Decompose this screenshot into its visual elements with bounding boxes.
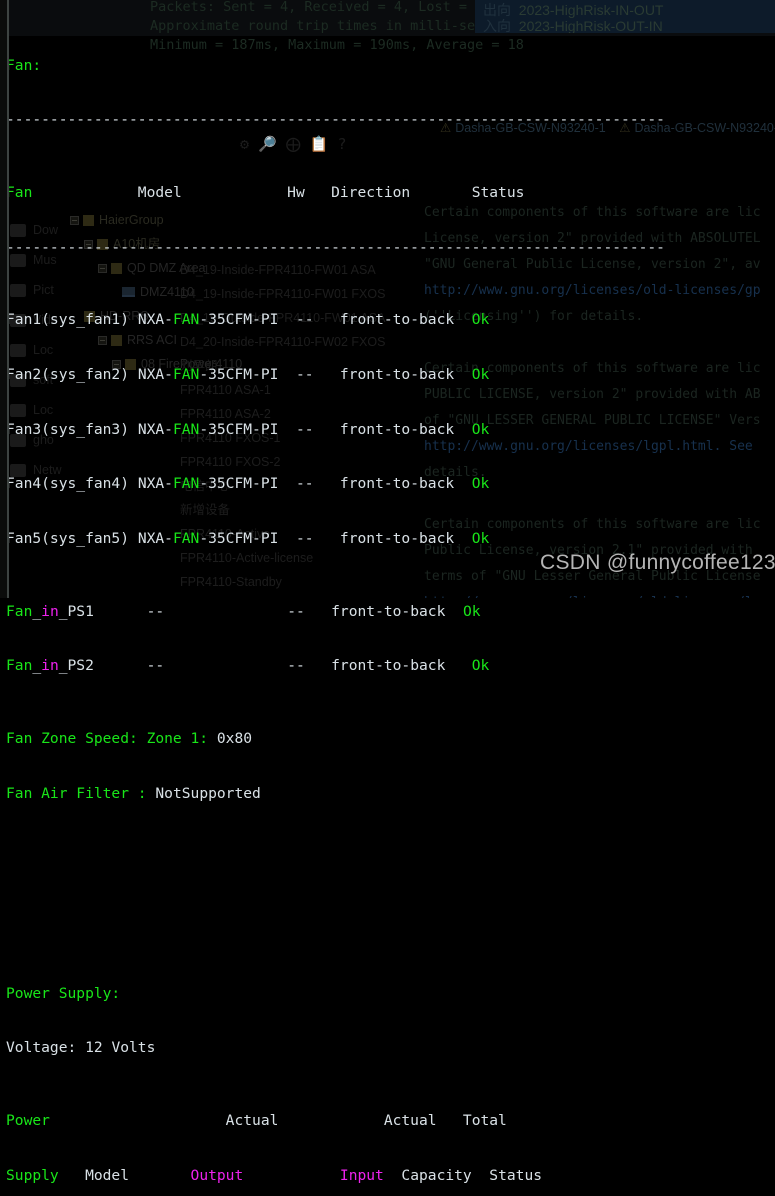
- col-header-supply: Supply: [6, 1167, 59, 1184]
- col-header-total-1: Total: [463, 1112, 507, 1129]
- fan-air-filter-value: NotSupported: [155, 785, 260, 802]
- fan-model-prefix: NXA-: [138, 530, 173, 547]
- fan-status: Ok: [472, 657, 490, 674]
- col-header-actual-output-1: Actual: [226, 1112, 279, 1129]
- fan-row: Fan2(sys_fan2) NXA-FAN-35CFM-PI -- front…: [6, 366, 775, 384]
- blank-line: [6, 912, 775, 930]
- fan-hw: --: [287, 657, 305, 674]
- fan-row: Fan1(sys_fan1) NXA-FAN-35CFM-PI -- front…: [6, 311, 775, 329]
- fan-name: Fan3(sys_fan3): [6, 421, 129, 438]
- fan-direction: front-to-back: [331, 603, 445, 620]
- fan-row: Fan_in_PS1 -- -- front-to-back Ok: [6, 603, 775, 621]
- col-header-status: Status: [489, 1167, 542, 1184]
- col-header-model: Model: [85, 1167, 129, 1184]
- voltage-value: 12 Volts: [85, 1039, 155, 1056]
- fan-rule-top: ----------------------------------------…: [6, 111, 775, 129]
- fan-model-suffix: -35CFM-PI: [199, 421, 278, 438]
- col-header-direction: Direction: [331, 184, 410, 201]
- fan-model-prefix: NXA-: [138, 475, 173, 492]
- fan-direction: front-to-back: [340, 366, 454, 383]
- col-header-input: Input: [340, 1167, 384, 1184]
- power-supply-title-label: Power Supply:: [6, 985, 120, 1002]
- fan-model: --: [147, 657, 165, 674]
- rule-line: ----------------------------------------…: [6, 111, 665, 128]
- fan-model-keyword: FAN: [173, 421, 199, 438]
- fan-model-keyword: FAN: [173, 366, 199, 383]
- fan-section-title: Fan:: [6, 57, 775, 75]
- fan-model-suffix: -35CFM-PI: [199, 366, 278, 383]
- fan-direction: front-to-back: [340, 311, 454, 328]
- fan-model-suffix: -35CFM-PI: [199, 530, 278, 547]
- fan-section-title-label: Fan:: [6, 57, 41, 74]
- fan-status: Ok: [472, 366, 490, 383]
- terminal-left-edge: [0, 0, 7, 598]
- fan-air-filter: Fan Air Filter : NotSupported: [6, 785, 775, 803]
- fan-direction: front-to-back: [340, 530, 454, 547]
- voltage-label: Voltage:: [6, 1039, 76, 1056]
- fan-name: Fan1(sys_fan1): [6, 311, 129, 328]
- col-header-output: Output: [191, 1167, 244, 1184]
- fan-hw: --: [296, 366, 314, 383]
- fan-direction: front-to-back: [340, 421, 454, 438]
- terminal-output[interactable]: Fan: -----------------------------------…: [0, 0, 775, 598]
- ps-header-line-1: Power Actual Actual Total: [6, 1112, 775, 1130]
- fan-name: Fan5(sys_fan5): [6, 530, 129, 547]
- fan-row: Fan5(sys_fan5) NXA-FAN-35CFM-PI -- front…: [6, 530, 775, 548]
- power-supply-voltage: Voltage: 12 Volts: [6, 1039, 775, 1057]
- blank-line: [6, 857, 775, 875]
- fan-status: Ok: [472, 311, 490, 328]
- rule-line: ----------------------------------------…: [6, 239, 665, 256]
- fan-model-prefix: NXA-: [138, 366, 173, 383]
- fan-status: Ok: [472, 530, 490, 547]
- fan-model-keyword: FAN: [173, 475, 199, 492]
- fan-direction: front-to-back: [331, 657, 445, 674]
- col-header-model: Model: [138, 184, 182, 201]
- fan-hw: --: [296, 475, 314, 492]
- fan-model-keyword: FAN: [173, 311, 199, 328]
- fan-row: Fan3(sys_fan3) NXA-FAN-35CFM-PI -- front…: [6, 421, 775, 439]
- terminal-left-border: [7, 0, 9, 598]
- fan-name: Fan4(sys_fan4): [6, 475, 129, 492]
- fan-model-suffix: -35CFM-PI: [199, 475, 278, 492]
- fan-hw: --: [296, 530, 314, 547]
- fan-row: Fan_in_PS2 -- -- front-to-back Ok: [6, 657, 775, 675]
- col-header-status: Status: [472, 184, 525, 201]
- fan-table-header: Fan Model Hw Direction Status: [6, 184, 775, 202]
- fan-direction: front-to-back: [340, 475, 454, 492]
- fan-model-prefix: NXA-: [138, 311, 173, 328]
- watermark: CSDN @funnycoffee123: [540, 551, 775, 575]
- fan-hw: --: [296, 421, 314, 438]
- fan-zone-speed-label: Fan Zone Speed: Zone 1:: [6, 730, 208, 747]
- power-supply-section-title: Power Supply:: [6, 985, 775, 1003]
- fan-model: --: [147, 603, 165, 620]
- col-header-actual-input-1: Actual: [384, 1112, 437, 1129]
- fan-hw: --: [296, 311, 314, 328]
- fan-status: Ok: [472, 475, 490, 492]
- fan-hw: --: [287, 603, 305, 620]
- fan-model-keyword: FAN: [173, 530, 199, 547]
- col-header-power: Power: [6, 1112, 50, 1129]
- col-header-fan: Fan: [6, 184, 32, 201]
- col-header-capacity: Capacity: [401, 1167, 471, 1184]
- fan-air-filter-label: Fan Air Filter :: [6, 785, 147, 802]
- fan-status: Ok: [463, 603, 481, 620]
- fan-row: Fan4(sys_fan4) NXA-FAN-35CFM-PI -- front…: [6, 475, 775, 493]
- fan-rule-header: ----------------------------------------…: [6, 239, 775, 257]
- fan-model-suffix: -35CFM-PI: [199, 311, 278, 328]
- fan-zone-speed-value: 0x80: [217, 730, 252, 747]
- ps-header-line-2: Supply Model Output Input Capacity Statu…: [6, 1167, 775, 1185]
- fan-model-prefix: NXA-: [138, 421, 173, 438]
- col-header-hw: Hw: [287, 184, 305, 201]
- fan-status: Ok: [472, 421, 490, 438]
- fan-name: Fan2(sys_fan2): [6, 366, 129, 383]
- fan-zone-speed: Fan Zone Speed: Zone 1: 0x80: [6, 730, 775, 748]
